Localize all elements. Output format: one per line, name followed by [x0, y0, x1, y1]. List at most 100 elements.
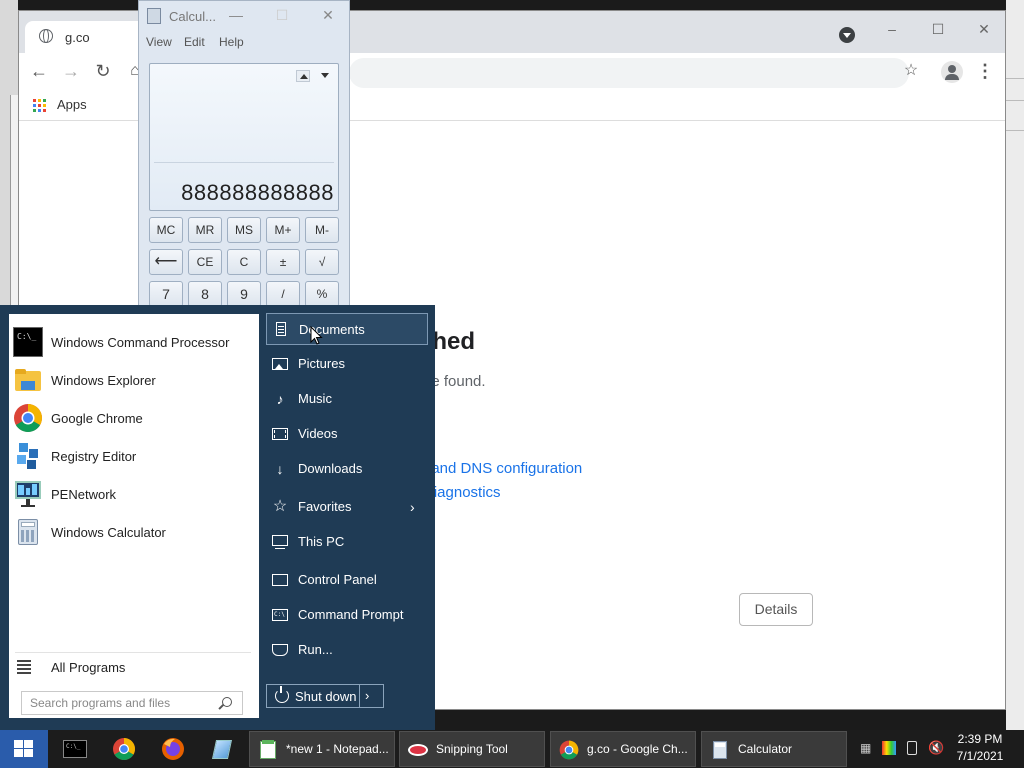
task-label: Snipping Tool: [436, 742, 508, 756]
start-item-videos[interactable]: Videos: [266, 418, 428, 450]
calc-close-button[interactable]: ✕: [317, 5, 339, 25]
globe-icon: [39, 29, 53, 43]
start-item-command-prompt[interactable]: C:\ Command Prompt: [266, 599, 428, 631]
mc-button[interactable]: MC: [149, 217, 183, 243]
cmd-icon: C:\: [272, 607, 288, 623]
reload-icon[interactable]: ↻: [91, 59, 115, 83]
taskbar-cmd-icon[interactable]: C:\_: [60, 734, 90, 764]
chrome-close-button[interactable]: ✕: [969, 17, 999, 41]
task-label: Calculator: [738, 742, 793, 756]
chrome-maximize-button[interactable]: ☐: [923, 17, 953, 41]
program-calculator[interactable]: Windows Calculator: [9, 514, 259, 550]
taskbar-chrome-icon[interactable]: [109, 734, 139, 764]
shutdown-button[interactable]: Shut down ›: [266, 684, 384, 708]
m-plus-button[interactable]: M+: [266, 217, 300, 243]
tray-network-icon[interactable]: ▦: [860, 741, 874, 755]
apps-grid-icon[interactable]: [33, 99, 47, 113]
tray-volume-muted-icon[interactable]: 🔇: [928, 741, 944, 755]
start-item-run[interactable]: Run...: [266, 634, 428, 666]
taskbar-task-calculator[interactable]: Calculator: [701, 731, 847, 767]
calc-minimize-button[interactable]: —: [225, 5, 247, 25]
start-search-input[interactable]: Search programs and files: [21, 691, 243, 715]
program-cmd[interactable]: C:\_ Windows Command Processor: [9, 324, 259, 360]
digit-8-button[interactable]: 8: [188, 281, 222, 307]
history-up-icon[interactable]: [296, 70, 310, 82]
program-explorer[interactable]: Windows Explorer: [9, 362, 259, 398]
taskbar-app-icon[interactable]: [207, 734, 237, 764]
tray-usb-icon[interactable]: [907, 741, 917, 755]
divide-button[interactable]: /: [266, 281, 300, 307]
tab-search-icon[interactable]: [839, 27, 855, 43]
task-label: *new 1 - Notepad...: [286, 742, 389, 756]
dns-config-link[interactable]: , and DNS configuration: [423, 460, 582, 477]
calculator-title: Calcul...: [169, 9, 216, 24]
mouse-cursor-icon: [310, 326, 323, 345]
bookmark-star-icon[interactable]: ☆: [899, 59, 923, 83]
picture-icon: [272, 356, 288, 372]
start-item-favorites[interactable]: ☆ Favorites ›: [266, 491, 428, 523]
negate-button[interactable]: ±: [266, 249, 300, 275]
m-minus-button[interactable]: M-: [305, 217, 339, 243]
calculator-icon: [710, 740, 730, 760]
start-item-this-pc[interactable]: This PC: [266, 526, 428, 558]
apps-bookmark[interactable]: Apps: [57, 97, 87, 112]
taskbar-task-notepad[interactable]: *new 1 - Notepad...: [249, 731, 395, 767]
display-separator: [154, 162, 334, 163]
ce-button[interactable]: CE: [188, 249, 222, 275]
calculator-display: 888888888888: [149, 63, 339, 211]
mr-button[interactable]: MR: [188, 217, 222, 243]
start-item-pictures[interactable]: Pictures: [266, 348, 428, 380]
document-icon: [273, 322, 289, 338]
back-icon[interactable]: ←: [27, 59, 51, 83]
taskbar-firefox-icon[interactable]: [158, 734, 188, 764]
menu-view[interactable]: View: [146, 35, 172, 49]
program-penetwork[interactable]: PENetwork: [9, 476, 259, 512]
taskbar-task-snipping[interactable]: Snipping Tool: [399, 731, 545, 767]
address-bar[interactable]: [349, 58, 909, 88]
network-icon: [13, 479, 43, 509]
program-chrome[interactable]: Google Chrome: [9, 400, 259, 436]
menu-edit[interactable]: Edit: [184, 35, 205, 49]
chrome-minimize-button[interactable]: –: [877, 17, 907, 41]
start-item-label: Videos: [298, 426, 338, 441]
chevron-right-icon[interactable]: ›: [365, 688, 369, 703]
history-down-icon[interactable]: [318, 70, 332, 82]
tray-color-icon[interactable]: [882, 741, 896, 755]
forward-icon[interactable]: →: [59, 59, 83, 83]
shutdown-label: Shut down: [295, 689, 357, 704]
start-item-documents[interactable]: Documents: [266, 313, 428, 345]
start-item-downloads[interactable]: ↓ Downloads: [266, 453, 428, 485]
ms-button[interactable]: MS: [227, 217, 261, 243]
calculator-window: Calcul... — ☐ ✕ View Edit Help 888888888…: [138, 0, 350, 310]
program-label: Registry Editor: [51, 449, 137, 464]
start-item-label: Downloads: [298, 461, 363, 476]
display-value: 888888888888: [181, 180, 334, 205]
start-item-label: Favorites: [298, 499, 352, 514]
chrome-icon: [559, 740, 579, 760]
chrome-menu-icon[interactable]: ⋮: [973, 59, 997, 83]
menu-help[interactable]: Help: [219, 35, 244, 49]
clock-date[interactable]: 7/1/2021: [950, 749, 1010, 763]
start-item-music[interactable]: ♪ Music: [266, 383, 428, 415]
percent-button[interactable]: %: [305, 281, 339, 307]
start-item-control-panel[interactable]: Control Panel: [266, 564, 428, 596]
start-button[interactable]: [0, 730, 48, 768]
program-regedit[interactable]: Registry Editor: [9, 438, 259, 474]
folder-icon: [13, 365, 43, 395]
clock-time[interactable]: 2:39 PM: [950, 732, 1010, 746]
profile-avatar-icon[interactable]: [941, 61, 963, 83]
details-button[interactable]: Details: [739, 593, 813, 626]
calc-maximize-button[interactable]: ☐: [271, 5, 293, 25]
digit-7-button[interactable]: 7: [149, 281, 183, 307]
all-programs-button[interactable]: All Programs: [51, 660, 125, 675]
c-button[interactable]: C: [227, 249, 261, 275]
start-item-label: Documents: [299, 322, 365, 337]
sqrt-button[interactable]: √: [305, 249, 339, 275]
control-panel-icon: [272, 572, 288, 588]
digit-9-button[interactable]: 9: [227, 281, 261, 307]
notepad-icon: [258, 740, 278, 760]
windows-logo-icon: [14, 740, 34, 758]
backspace-button[interactable]: ⟵: [149, 249, 183, 275]
taskbar-task-chrome[interactable]: g.co - Google Ch...: [550, 731, 696, 767]
calculator-icon: [13, 517, 43, 547]
